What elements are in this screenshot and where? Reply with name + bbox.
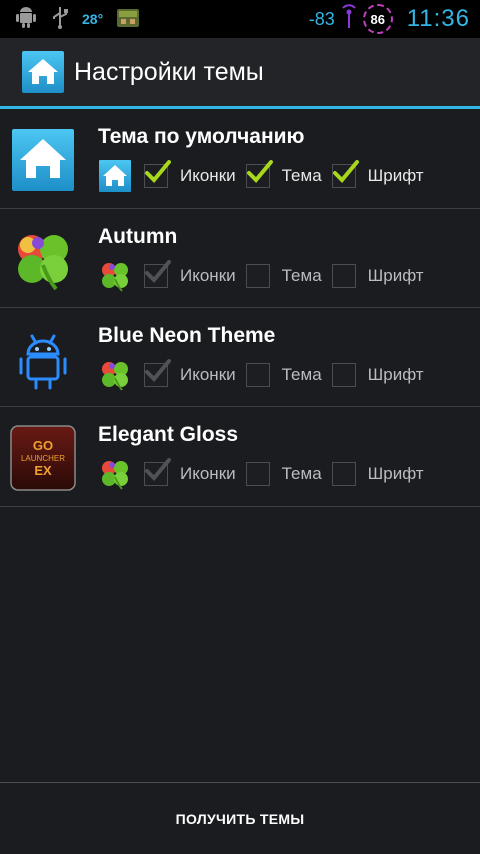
- check-icon: [145, 359, 171, 382]
- icons-checkbox: [144, 260, 171, 288]
- font-checkbox[interactable]: [331, 160, 359, 188]
- usb-icon: [50, 5, 70, 34]
- home-icon[interactable]: [22, 51, 64, 93]
- theme-name: Тема по умолчанию: [98, 125, 305, 148]
- check-icon: [145, 458, 171, 481]
- font-option[interactable]: Шрифт: [331, 363, 424, 387]
- theme-option[interactable]: Тема: [245, 264, 322, 288]
- check-icon: [145, 260, 171, 283]
- font-checkbox[interactable]: [331, 264, 356, 288]
- icons-option: Иконки: [144, 260, 236, 288]
- font-option[interactable]: Шрифт: [331, 160, 424, 188]
- theme-name: Autumn: [98, 225, 178, 248]
- font-option[interactable]: Шрифт: [331, 264, 424, 288]
- theme-checkbox[interactable]: [245, 462, 270, 486]
- icons-checkbox: [144, 458, 171, 486]
- theme-checkbox[interactable]: [245, 363, 270, 387]
- theme-label: Тема: [281, 365, 322, 384]
- android-debug-icon: [14, 5, 38, 34]
- neon-android-icon: [10, 326, 76, 392]
- icons-label: Иконки: [180, 266, 236, 285]
- theme-checkbox[interactable]: [245, 160, 273, 188]
- font-label: Шрифт: [367, 464, 424, 483]
- theme-label: Тема: [281, 464, 322, 483]
- signal-icon: [341, 3, 357, 35]
- theme-options: Иконки Тема Шрифт: [98, 358, 434, 392]
- icon-text-ex: EX: [34, 463, 52, 478]
- icons-label: Иконки: [180, 166, 236, 185]
- check-icon: [145, 160, 171, 183]
- icons-label: Иконки: [180, 365, 236, 384]
- theme-row[interactable]: Тема по умолчанию Иконки Тема Шрифт: [0, 109, 480, 209]
- theme-option[interactable]: Тема: [245, 160, 322, 188]
- font-checkbox[interactable]: [331, 462, 356, 486]
- font-label: Шрифт: [367, 365, 424, 384]
- clover-icon: [10, 227, 76, 293]
- check-icon: [246, 160, 273, 183]
- icon-text-launcher: LAUNCHER: [21, 454, 65, 463]
- default-home-icon: [10, 127, 76, 193]
- status-bar: 28° -83 86 11:36: [0, 0, 480, 38]
- default-home-small-icon: [98, 159, 132, 193]
- theme-row[interactable]: Autumn Иконки Тема Шрифт: [0, 209, 480, 308]
- icons-label: Иконки: [180, 464, 236, 483]
- get-themes-button[interactable]: ПОЛУЧИТЬ ТЕМЫ: [0, 783, 480, 854]
- icons-checkbox[interactable]: [144, 160, 171, 188]
- font-label: Шрифт: [367, 166, 424, 185]
- icons-option: Иконки: [144, 359, 236, 387]
- app-notification-icon: [115, 5, 141, 34]
- theme-list: Тема по умолчанию Иконки Тема Шрифт Autu…: [0, 109, 480, 507]
- icon-text-go: GO: [33, 438, 53, 453]
- icons-option: Иконки: [144, 458, 236, 486]
- theme-row[interactable]: Blue Neon Theme Иконки Тема Шрифт: [0, 308, 480, 407]
- temperature-text: 28°: [82, 11, 104, 27]
- theme-checkbox[interactable]: [245, 264, 270, 288]
- clover-small-icon: [98, 358, 132, 392]
- theme-label: Тема: [281, 166, 322, 185]
- theme-name: Blue Neon Theme: [98, 324, 276, 347]
- clock: 11:36: [406, 5, 470, 32]
- action-bar: Настройки темы: [0, 38, 480, 106]
- font-checkbox[interactable]: [331, 363, 356, 387]
- theme-options: Иконки Тема Шрифт: [98, 159, 434, 193]
- theme-row[interactable]: GO LAUNCHER EX Elegant Gloss Иконки Тема…: [0, 407, 480, 507]
- theme-options: Иконки Тема Шрифт: [98, 457, 434, 491]
- font-option[interactable]: Шрифт: [331, 462, 424, 486]
- go-launcher-ex-icon: GO LAUNCHER EX: [10, 425, 76, 491]
- check-icon: [332, 160, 359, 183]
- clover-small-icon: [98, 259, 132, 293]
- theme-option[interactable]: Тема: [245, 363, 322, 387]
- theme-options: Иконки Тема Шрифт: [98, 259, 434, 293]
- icons-checkbox: [144, 359, 171, 387]
- theme-label: Тема: [281, 266, 322, 285]
- battery-indicator: 86: [362, 4, 393, 34]
- clover-small-icon: [98, 457, 132, 491]
- icons-option[interactable]: Иконки: [144, 160, 236, 188]
- font-label: Шрифт: [367, 266, 424, 285]
- theme-option[interactable]: Тема: [245, 462, 322, 486]
- theme-name: Elegant Gloss: [98, 423, 239, 446]
- signal-strength-text: -83: [308, 8, 335, 29]
- page-title: Настройки темы: [74, 57, 264, 86]
